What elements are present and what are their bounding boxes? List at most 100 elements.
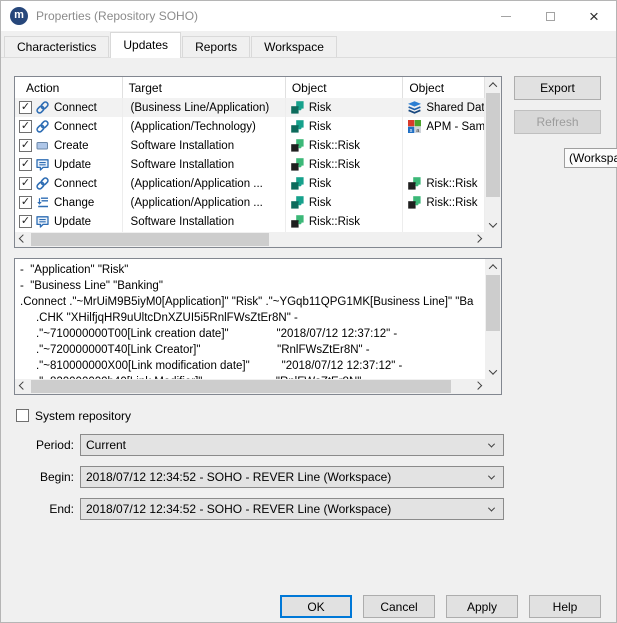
table-header-row: ActionTargetObjectObject bbox=[15, 77, 485, 98]
log-horizontal-scrollbar[interactable] bbox=[15, 379, 485, 394]
action-label: Connect bbox=[54, 121, 97, 133]
link-icon bbox=[35, 119, 50, 134]
minimize-button[interactable] bbox=[484, 1, 528, 31]
maximize-button[interactable] bbox=[528, 1, 572, 31]
tab-workspace[interactable]: Workspace bbox=[251, 36, 337, 57]
risk-icon bbox=[290, 195, 305, 210]
end-label: End: bbox=[0, 502, 74, 516]
system-repository-checkbox[interactable] bbox=[16, 409, 29, 422]
table-row[interactable]: ✓CreateSoftware InstallationRisk::Risk bbox=[15, 136, 485, 155]
log-panel[interactable]: - "Application" "Risk"- "Business Line" … bbox=[14, 258, 502, 395]
risk-icon bbox=[290, 176, 305, 191]
scroll-down-button[interactable] bbox=[485, 364, 501, 379]
scroll-thumb[interactable] bbox=[486, 275, 500, 331]
row-checkbox[interactable]: ✓ bbox=[19, 158, 32, 171]
row-checkbox[interactable]: ✓ bbox=[19, 139, 32, 152]
scrollbar-corner bbox=[485, 232, 501, 247]
action-label: Create bbox=[54, 140, 89, 152]
end-value: 2018/07/12 12:34:52 - SOHO - REVER Line … bbox=[86, 502, 391, 516]
action-cell: ✓Change bbox=[15, 193, 123, 212]
close-icon: × bbox=[589, 8, 599, 25]
export-button[interactable]: Export bbox=[514, 76, 601, 100]
table-vertical-scrollbar[interactable] bbox=[485, 77, 501, 232]
row-checkbox[interactable]: ✓ bbox=[19, 177, 32, 190]
tab-updates[interactable]: Updates bbox=[110, 32, 181, 58]
tab-characteristics[interactable]: Characteristics bbox=[4, 36, 109, 57]
object-cell: Risk bbox=[286, 174, 404, 193]
object-cell-label: Risk::Risk bbox=[309, 140, 360, 152]
action-label: Update bbox=[54, 159, 91, 171]
scroll-thumb[interactable] bbox=[486, 93, 500, 197]
object-cell: Risk::Risk bbox=[286, 136, 404, 155]
ok-button[interactable]: OK bbox=[280, 595, 352, 618]
log-line: .CHK "XHilfjqHR9uUltcDnXZUI5i5RnlFWsZtEr… bbox=[20, 310, 485, 326]
create-icon bbox=[35, 138, 50, 153]
help-button[interactable]: Help bbox=[529, 595, 601, 618]
object-cell: Risk bbox=[286, 98, 404, 117]
risk-icon bbox=[290, 100, 305, 115]
column-header-action-0[interactable]: Action bbox=[15, 77, 123, 98]
log-line: ."~720000000T40[Link Creator]" "RnlFWsZt… bbox=[20, 342, 485, 358]
column-header-target-1[interactable]: Target bbox=[123, 77, 286, 98]
risk-risk-icon bbox=[290, 138, 305, 153]
object-cell-2 bbox=[403, 212, 485, 231]
row-checkbox[interactable]: ✓ bbox=[19, 215, 32, 228]
object-cell-2-label: Shared Data bbox=[426, 102, 485, 114]
table-body: ✓Connect(Business Line/Application)RiskS… bbox=[15, 98, 485, 232]
chevron-down-icon bbox=[488, 505, 495, 512]
table-row[interactable]: ✓Connect(Application/Technology)RisksaAP… bbox=[15, 117, 485, 136]
table-row[interactable]: ✓UpdateSoftware InstallationRisk::Risk bbox=[15, 212, 485, 231]
object-cell-label: Risk bbox=[309, 102, 331, 114]
scroll-up-button[interactable] bbox=[485, 259, 501, 274]
row-checkbox[interactable]: ✓ bbox=[19, 120, 32, 133]
scroll-right-button[interactable] bbox=[470, 232, 485, 247]
updates-table: ActionTargetObjectObject ✓Connect(Busine… bbox=[14, 76, 502, 248]
scroll-left-button[interactable] bbox=[15, 379, 30, 394]
title-bar: m Properties (Repository SOHO) × bbox=[1, 1, 616, 31]
scroll-thumb[interactable] bbox=[31, 233, 269, 246]
scroll-left-button[interactable] bbox=[15, 232, 30, 247]
scroll-right-button[interactable] bbox=[470, 379, 485, 394]
object-cell-2 bbox=[403, 136, 485, 155]
scrollbar-corner bbox=[485, 379, 501, 394]
object-cell-2: Shared Data bbox=[403, 98, 485, 117]
object-cell: Risk::Risk bbox=[286, 212, 404, 231]
apm-icon: sa bbox=[407, 119, 422, 134]
row-checkbox[interactable]: ✓ bbox=[19, 196, 32, 209]
table-horizontal-scrollbar[interactable] bbox=[15, 232, 485, 247]
table-row[interactable]: ✓UpdateSoftware InstallationRisk::Risk bbox=[15, 155, 485, 174]
scroll-down-button[interactable] bbox=[485, 217, 501, 232]
table-row[interactable]: ✓Connect(Application/Application ...Risk… bbox=[15, 174, 485, 193]
table-row[interactable]: ✓Connect(Business Line/Application)RiskS… bbox=[15, 98, 485, 117]
begin-select[interactable]: 2018/07/12 12:34:52 - SOHO - REVER Line … bbox=[80, 466, 504, 488]
object-cell-2: Risk::Risk bbox=[403, 193, 485, 212]
table-row[interactable]: ✓Change(Application/Application ...RiskR… bbox=[15, 193, 485, 212]
cancel-button[interactable]: Cancel bbox=[363, 595, 435, 618]
scroll-up-button[interactable] bbox=[485, 77, 501, 92]
period-label: Period: bbox=[0, 438, 74, 452]
object-cell: Risk::Risk bbox=[286, 155, 404, 174]
target-cell: (Business Line/Application) bbox=[123, 98, 286, 117]
chevron-down-icon bbox=[489, 366, 497, 374]
chevron-down-icon bbox=[489, 219, 497, 227]
link-icon bbox=[35, 100, 50, 115]
update-icon bbox=[35, 157, 50, 172]
period-select[interactable]: Current bbox=[80, 434, 504, 456]
close-button[interactable]: × bbox=[572, 1, 616, 31]
maximize-icon bbox=[546, 12, 555, 21]
object-cell-label: Risk bbox=[309, 197, 331, 209]
log-vertical-scrollbar[interactable] bbox=[485, 259, 501, 379]
column-header-object-3[interactable]: Object bbox=[403, 77, 485, 98]
column-header-object-2[interactable]: Object bbox=[286, 77, 404, 98]
row-checkbox[interactable]: ✓ bbox=[19, 101, 32, 114]
action-cell: ✓Connect bbox=[15, 174, 123, 193]
tab-reports[interactable]: Reports bbox=[182, 36, 250, 57]
risk-risk-icon bbox=[407, 195, 422, 210]
refresh-button: Refresh bbox=[514, 110, 601, 134]
scroll-thumb[interactable] bbox=[31, 380, 451, 393]
apply-button[interactable]: Apply bbox=[446, 595, 518, 618]
begin-label: Begin: bbox=[0, 470, 74, 484]
target-cell: Software Installation bbox=[123, 212, 286, 231]
end-select[interactable]: 2018/07/12 12:34:52 - SOHO - REVER Line … bbox=[80, 498, 504, 520]
object-cell: Risk bbox=[286, 193, 404, 212]
